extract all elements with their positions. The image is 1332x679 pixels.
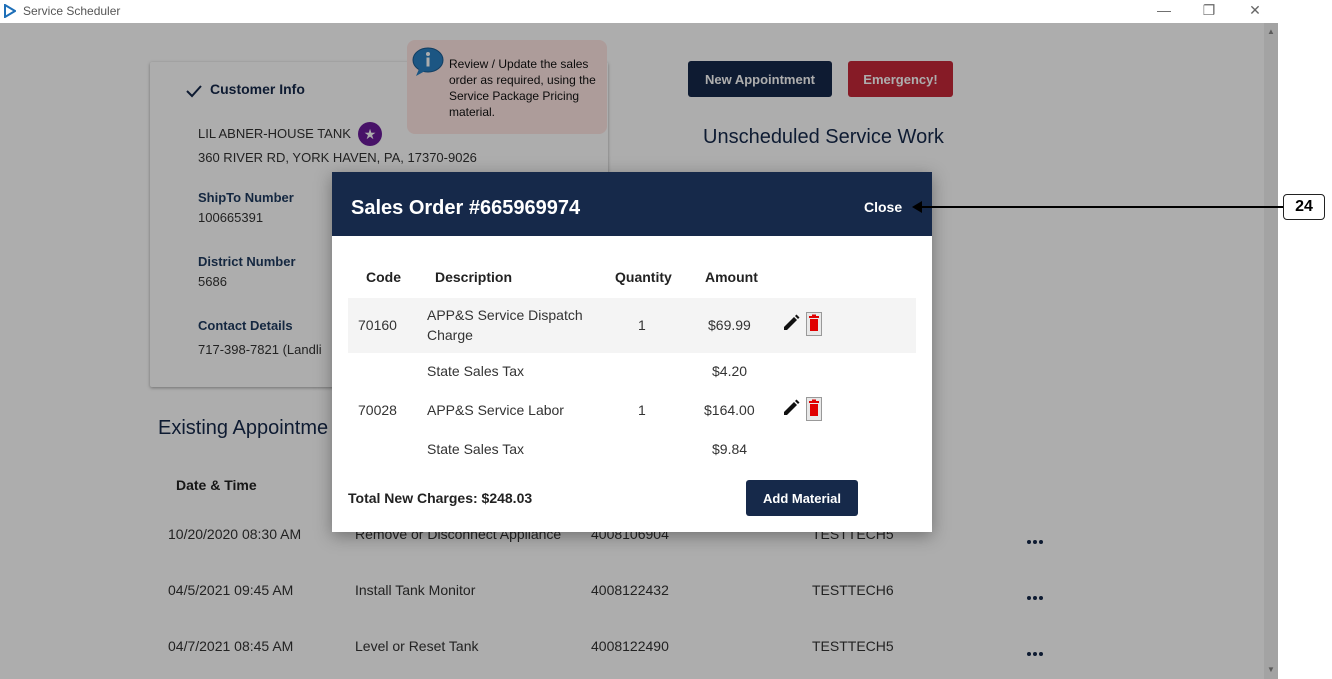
line-amount: $9.84 (712, 441, 748, 457)
annotation-line (916, 206, 1284, 208)
app-logo-icon (4, 4, 16, 18)
close-button[interactable]: Close (864, 199, 902, 215)
line-amount: $69.99 (708, 317, 751, 333)
title-bar: Service Scheduler — ❐ ✕ (0, 0, 1332, 23)
sales-order-modal: Sales Order #665969974 Close Code Descri… (332, 172, 932, 532)
line-amount: $164.00 (704, 402, 755, 418)
edit-pencil-icon[interactable] (782, 399, 800, 417)
column-header-code: Code (366, 269, 401, 285)
line-description: State Sales Tax (427, 441, 525, 457)
annotation-arrow-icon (912, 201, 922, 213)
column-header-amount: Amount (705, 269, 758, 285)
add-material-button[interactable]: Add Material (746, 480, 858, 516)
line-code: 70160 (358, 317, 397, 333)
line-quantity: 1 (638, 317, 646, 333)
column-header-quantity: Quantity (615, 269, 672, 285)
trash-icon[interactable] (806, 312, 822, 336)
edit-pencil-icon[interactable] (782, 314, 800, 332)
total-charges: Total New Charges: $248.03 (348, 490, 533, 506)
line-amount: $4.20 (712, 363, 748, 379)
modal-title: Sales Order #665969974 (351, 197, 581, 219)
minimize-icon[interactable]: — (1154, 2, 1174, 18)
line-quantity: 1 (638, 402, 646, 418)
modal-header: Sales Order #665969974 Close (332, 172, 932, 236)
window-title: Service Scheduler (23, 4, 121, 18)
line-description-cont: Charge (427, 327, 473, 343)
trash-icon[interactable] (806, 397, 822, 421)
restore-icon[interactable]: ❐ (1199, 2, 1219, 19)
line-code: 70028 (358, 402, 397, 418)
line-description: State Sales Tax (427, 363, 525, 379)
line-description: APP&S Service Dispatch (427, 307, 583, 323)
line-description: APP&S Service Labor (427, 402, 564, 418)
column-header-description: Description (435, 269, 513, 285)
annotation-number: 24 (1283, 194, 1325, 220)
close-window-icon[interactable]: ✕ (1245, 2, 1265, 19)
